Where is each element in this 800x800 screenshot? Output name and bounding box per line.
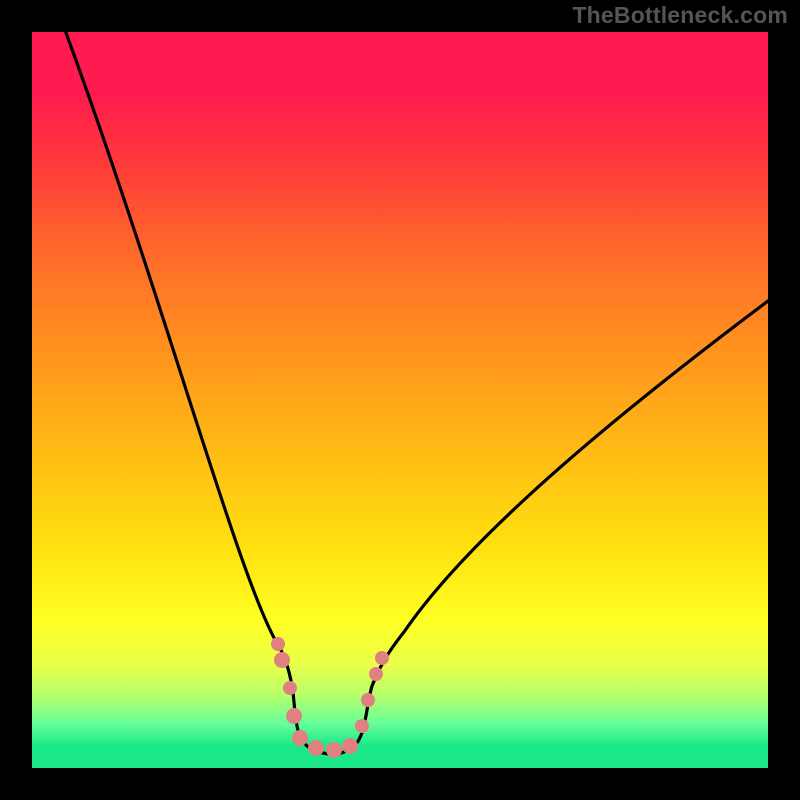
plot-area [32,32,768,768]
data-marker [342,738,358,754]
bottleneck-curve [62,32,768,754]
data-marker [375,651,389,665]
curve-svg [32,32,768,768]
data-marker [274,652,290,668]
chart-frame: TheBottleneck.com [0,0,800,800]
data-marker [283,681,297,695]
marker-group [271,637,389,758]
data-marker [361,693,375,707]
data-marker [308,740,324,756]
data-marker [286,708,302,724]
data-marker [355,719,369,733]
data-marker [369,667,383,681]
watermark-text: TheBottleneck.com [572,2,788,29]
data-marker [326,742,342,758]
data-marker [292,730,308,746]
data-marker [271,637,285,651]
